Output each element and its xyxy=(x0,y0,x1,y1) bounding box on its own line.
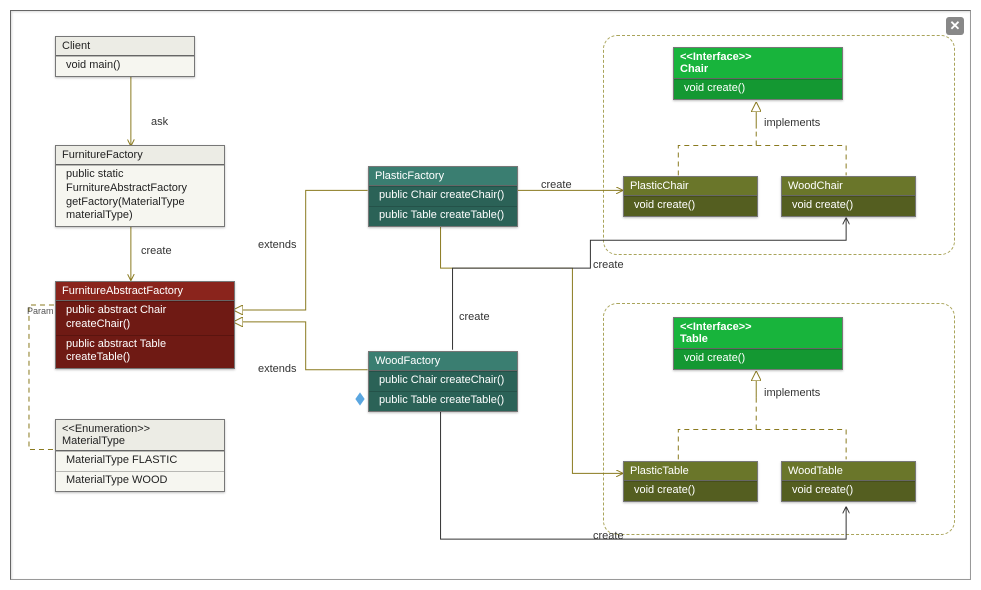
edge-label-param: Param xyxy=(27,306,54,316)
class-method: void create() xyxy=(674,79,842,99)
class-header: FurnitureFactory xyxy=(56,146,224,165)
class-client[interactable]: Client void main() xyxy=(55,36,195,77)
edge-label-create: create xyxy=(459,311,490,323)
class-wood-chair[interactable]: WoodChair void create() xyxy=(781,176,916,217)
edge-label-extends: extends xyxy=(258,239,297,251)
class-method: void create() xyxy=(782,481,915,501)
interface-chair[interactable]: <<Interface>> Chair void create() xyxy=(673,47,843,100)
class-name: Chair xyxy=(680,63,836,75)
class-plastic-table[interactable]: PlasticTable void create() xyxy=(623,461,758,502)
class-method: void create() xyxy=(624,481,757,501)
class-method: void main() xyxy=(56,56,194,76)
class-name: Table xyxy=(680,333,836,345)
class-method: public Chair createChair() xyxy=(369,186,517,206)
class-method: void create() xyxy=(624,196,757,216)
class-method: public Chair createChair() xyxy=(369,371,517,391)
class-plastic-chair[interactable]: PlasticChair void create() xyxy=(623,176,758,217)
edge-label-implements: implements xyxy=(764,117,820,129)
stereotype: <<Enumeration>> xyxy=(62,423,218,435)
class-wood-table[interactable]: WoodTable void create() xyxy=(781,461,916,502)
class-header: PlasticChair xyxy=(624,177,757,196)
edge-label-create: create xyxy=(593,530,624,542)
stereotype: <<Interface>> xyxy=(680,321,836,333)
class-header: <<Interface>> Table xyxy=(674,318,842,349)
edge-label-extends: extends xyxy=(258,363,297,375)
class-header: WoodTable xyxy=(782,462,915,481)
class-wood-factory[interactable]: WoodFactory public Chair createChair() p… xyxy=(368,351,518,412)
enum-value: MaterialType FLASTIC xyxy=(56,451,224,471)
class-method: public abstract Chair createChair() xyxy=(56,301,234,335)
close-icon: ✕ xyxy=(950,18,961,34)
stereotype: <<Interface>> xyxy=(680,51,836,63)
class-material-type[interactable]: <<Enumeration>> MaterialType MaterialTyp… xyxy=(55,419,225,492)
edge-label-create: create xyxy=(141,245,172,257)
class-header: Client xyxy=(56,37,194,56)
edge-label-create: create xyxy=(593,259,624,271)
class-header: <<Interface>> Chair xyxy=(674,48,842,79)
class-method: public abstract Table createTable() xyxy=(56,335,234,369)
class-method: void create() xyxy=(674,349,842,369)
close-button[interactable]: ✕ xyxy=(946,17,964,35)
class-method: public static FurnitureAbstractFactory g… xyxy=(56,165,224,226)
edge-label-implements: implements xyxy=(764,387,820,399)
diagram-canvas: ✕ Cli xyxy=(10,10,971,580)
edge-label-create: create xyxy=(541,179,572,191)
class-header: FurnitureAbstractFactory xyxy=(56,282,234,301)
class-method: public Table createTable() xyxy=(369,391,517,411)
class-plastic-factory[interactable]: PlasticFactory public Chair createChair(… xyxy=(368,166,518,227)
class-header: WoodFactory xyxy=(369,352,517,371)
selection-marker-icon xyxy=(355,392,364,405)
interface-table[interactable]: <<Interface>> Table void create() xyxy=(673,317,843,370)
class-name: MaterialType xyxy=(62,435,218,447)
class-furniture-abstract-factory[interactable]: FurnitureAbstractFactory public abstract… xyxy=(55,281,235,369)
enum-value: MaterialType WOOD xyxy=(56,471,224,491)
class-header: WoodChair xyxy=(782,177,915,196)
class-method: public Table createTable() xyxy=(369,206,517,226)
class-header: PlasticTable xyxy=(624,462,757,481)
class-method: void create() xyxy=(782,196,915,216)
edge-label-ask: ask xyxy=(151,116,168,128)
class-header: <<Enumeration>> MaterialType xyxy=(56,420,224,451)
class-header: PlasticFactory xyxy=(369,167,517,186)
class-furniture-factory[interactable]: FurnitureFactory public static Furniture… xyxy=(55,145,225,227)
